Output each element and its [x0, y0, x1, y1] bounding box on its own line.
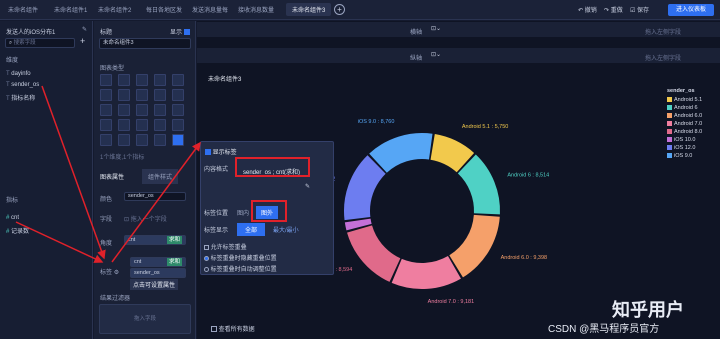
arrow [111, 141, 201, 263]
csdn-watermark: CSDN @黑马程序员官方 [548, 324, 660, 335]
zhihu-watermark: 知乎用户 [612, 300, 684, 320]
arrow [15, 221, 104, 263]
annotation-arrows [15, 85, 201, 263]
arrow [41, 85, 106, 260]
